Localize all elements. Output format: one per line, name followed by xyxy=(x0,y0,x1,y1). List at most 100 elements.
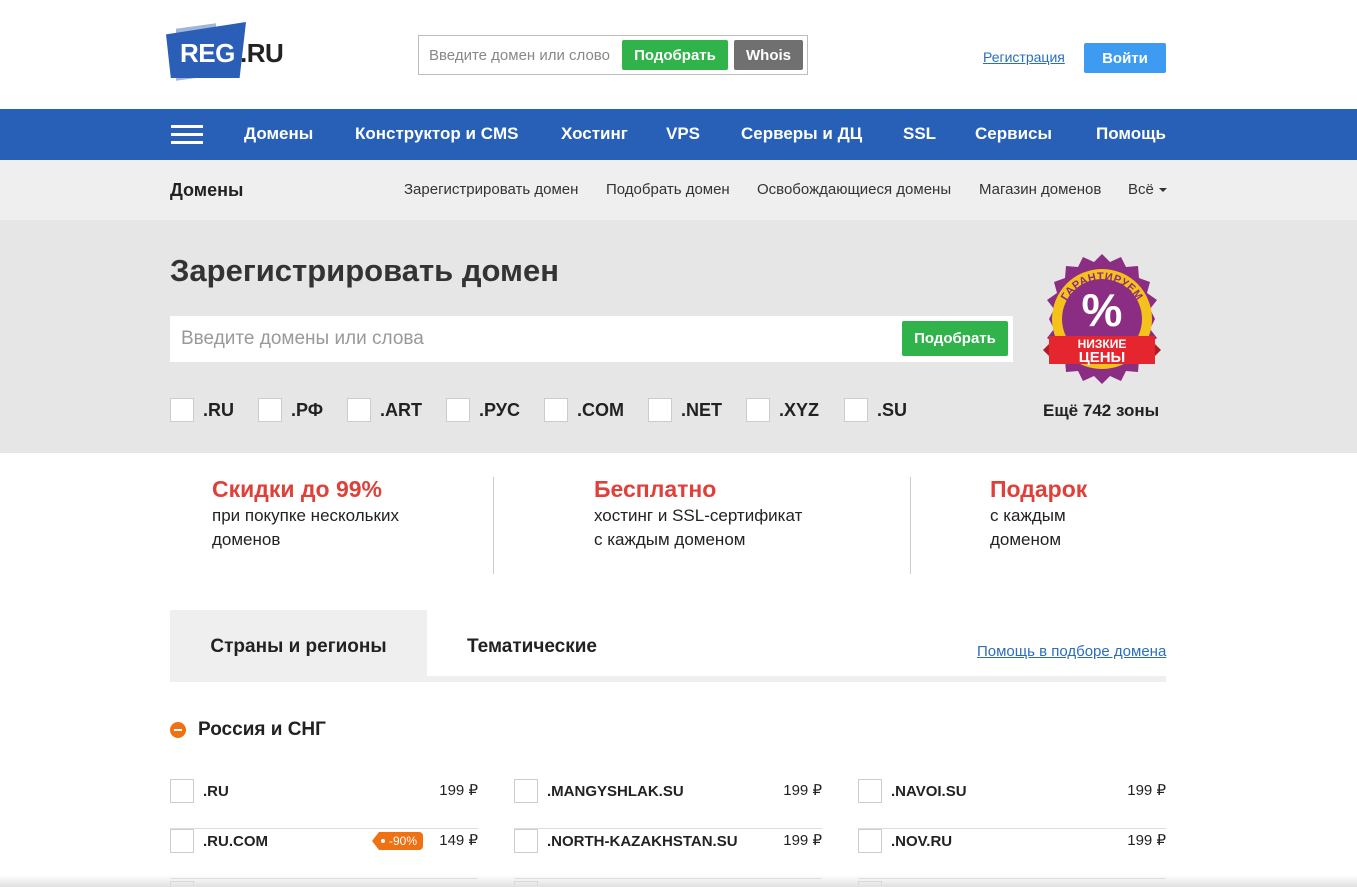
checkbox[interactable] xyxy=(258,398,282,422)
divider xyxy=(493,477,494,574)
promo-gift: Подарок с каждым доменом xyxy=(990,476,1087,574)
domain-price: 199 ₽ xyxy=(783,782,822,799)
domain-price: 199 ₽ xyxy=(439,782,478,799)
list-item[interactable]: .RU.COM -90% 149 ₽ xyxy=(170,829,478,879)
nav-item-services[interactable]: Сервисы xyxy=(975,124,1052,144)
domain-name: .NAVOI.SU xyxy=(891,783,967,800)
checkbox[interactable] xyxy=(514,779,538,803)
logo[interactable]: REG .RU xyxy=(166,18,296,82)
low-price-badge: ГАРАНТИРУЕМ % НИЗКИЕ ЦЕНЫ xyxy=(1043,254,1161,384)
zone-checkbox-net[interactable]: .NET xyxy=(648,398,722,422)
domain-price: 199 ₽ xyxy=(1127,782,1166,799)
nav-item-ssl[interactable]: SSL xyxy=(903,124,936,144)
discount-tag: -90% xyxy=(371,832,423,850)
page: REG .RU Подобрать Whois Регистрация Войт… xyxy=(0,0,1357,887)
tab-thematic[interactable]: Тематические xyxy=(427,610,637,678)
checkbox[interactable] xyxy=(544,398,568,422)
checkbox[interactable] xyxy=(746,398,770,422)
logo-text-reg: REG xyxy=(180,38,235,68)
zone-label: .РФ xyxy=(291,399,324,420)
list-item[interactable]: .MANGYSHLAK.SU 199 ₽ xyxy=(514,779,822,829)
tabs-underline xyxy=(170,676,1166,682)
promo-title: Скидки до 99% xyxy=(212,476,382,502)
list-item[interactable]: .NOV.RU 199 ₽ xyxy=(858,829,1166,879)
promo-text: доменом xyxy=(990,529,1062,549)
zone-label: .РУС xyxy=(479,399,520,420)
checkbox[interactable] xyxy=(446,398,470,422)
promo-text: с каждым xyxy=(990,505,1066,525)
domain-pick-button[interactable]: Подобрать xyxy=(902,321,1008,356)
checkbox[interactable] xyxy=(858,779,882,803)
hero-search-box: Подобрать xyxy=(170,316,1013,362)
header-search: Подобрать Whois xyxy=(418,35,808,75)
badge-line-2: ЦЕНЫ xyxy=(1079,349,1125,366)
domain-price: 199 ₽ xyxy=(783,832,822,849)
divider xyxy=(910,477,911,574)
register-link[interactable]: Регистрация xyxy=(983,49,1065,65)
promo-text: при покупке нескольких xyxy=(212,505,399,525)
whois-button[interactable]: Whois xyxy=(734,40,803,70)
zone-checkbox-su[interactable]: .SU xyxy=(844,398,907,422)
checkbox[interactable] xyxy=(514,829,538,853)
domain-name: .NOV.RU xyxy=(891,833,953,850)
domain-name: .NORTH-KAZAKHSTAN.SU xyxy=(547,833,738,850)
nav-item-hosting[interactable]: Хостинг xyxy=(561,124,628,144)
zone-label: .COM xyxy=(577,399,624,420)
zone-label: .SU xyxy=(877,399,908,420)
region-header[interactable]: Россия и СНГ xyxy=(170,719,326,743)
nav-item-help[interactable]: Помощь xyxy=(1096,124,1166,144)
domain-help-link[interactable]: Помощь в подборе домена xyxy=(977,643,1166,660)
promo-free: Бесплатно хостинг и SSL-сертификат с каж… xyxy=(594,476,802,574)
domain-name: .RU.COM xyxy=(203,833,268,850)
nav-item-builder[interactable]: Конструктор и CMS xyxy=(355,124,518,144)
checkbox[interactable] xyxy=(170,829,194,853)
checkbox[interactable] xyxy=(170,398,194,422)
sub-nav-shop[interactable]: Магазин доменов xyxy=(979,181,1101,198)
promo-text: хостинг и SSL-сертификат xyxy=(594,505,803,525)
menu-icon[interactable] xyxy=(171,125,203,145)
zone-label: .ART xyxy=(380,399,422,420)
more-zones-link[interactable]: Ещё 742 зоны xyxy=(1043,401,1159,421)
zone-checkbox-art[interactable]: .ART xyxy=(347,398,422,422)
promo-title: Подарок xyxy=(990,476,1088,502)
checkbox[interactable] xyxy=(648,398,672,422)
nav-item-vps[interactable]: VPS xyxy=(666,124,700,144)
sub-nav-all[interactable]: Всё xyxy=(1128,181,1167,198)
zone-label: .RU xyxy=(203,399,234,420)
zone-checkbox-rf[interactable]: .РФ xyxy=(258,398,323,422)
checkbox[interactable] xyxy=(347,398,371,422)
list-item[interactable]: .RU 199 ₽ xyxy=(170,779,478,829)
zone-checkbox-rus[interactable]: .РУС xyxy=(446,398,520,422)
checkbox[interactable] xyxy=(170,779,194,803)
login-button[interactable]: Войти xyxy=(1084,43,1166,73)
zone-checkbox-xyz[interactable]: .XYZ xyxy=(746,398,819,422)
region-title: Россия и СНГ xyxy=(198,719,326,740)
list-item[interactable]: .NORTH-KAZAKHSTAN.SU 199 ₽ xyxy=(514,829,822,879)
badge-percent-symbol: % xyxy=(1082,284,1123,336)
promo-text: с каждым доменом xyxy=(594,529,746,549)
checkbox[interactable] xyxy=(858,829,882,853)
sub-nav-register[interactable]: Зарегистрировать домен xyxy=(404,181,578,198)
zone-checkbox-ru[interactable]: .RU xyxy=(170,398,234,422)
main-nav: Домены Конструктор и CMS Хостинг VPS Сер… xyxy=(0,109,1357,160)
sub-nav-expiring[interactable]: Освобождающиеся домены xyxy=(757,181,951,198)
header-search-input[interactable] xyxy=(419,36,624,74)
domain-price: 199 ₽ xyxy=(1127,832,1166,849)
promo-text: доменов xyxy=(212,529,281,549)
header-pick-button[interactable]: Подобрать xyxy=(622,40,728,70)
domain-name: .RU xyxy=(203,783,229,800)
nav-item-domains[interactable]: Домены xyxy=(244,124,313,144)
collapse-minus-icon[interactable] xyxy=(170,722,186,738)
zone-label: .NET xyxy=(681,399,723,420)
list-item[interactable]: .NAVOI.SU 199 ₽ xyxy=(858,779,1166,829)
domain-name: .MANGYSHLAK.SU xyxy=(547,783,684,800)
sub-nav-pick[interactable]: Подобрать домен xyxy=(606,181,730,198)
nav-item-servers[interactable]: Серверы и ДЦ xyxy=(741,124,862,144)
tab-countries[interactable]: Страны и регионы xyxy=(170,610,427,678)
checkbox[interactable] xyxy=(844,398,868,422)
zone-label: .XYZ xyxy=(779,399,820,420)
zone-checkbox-com[interactable]: .COM xyxy=(544,398,624,422)
promo-discount: Скидки до 99% при покупке нескольких дом… xyxy=(212,476,399,574)
domain-search-input[interactable] xyxy=(170,316,890,362)
domain-price: 149 ₽ xyxy=(439,832,478,849)
